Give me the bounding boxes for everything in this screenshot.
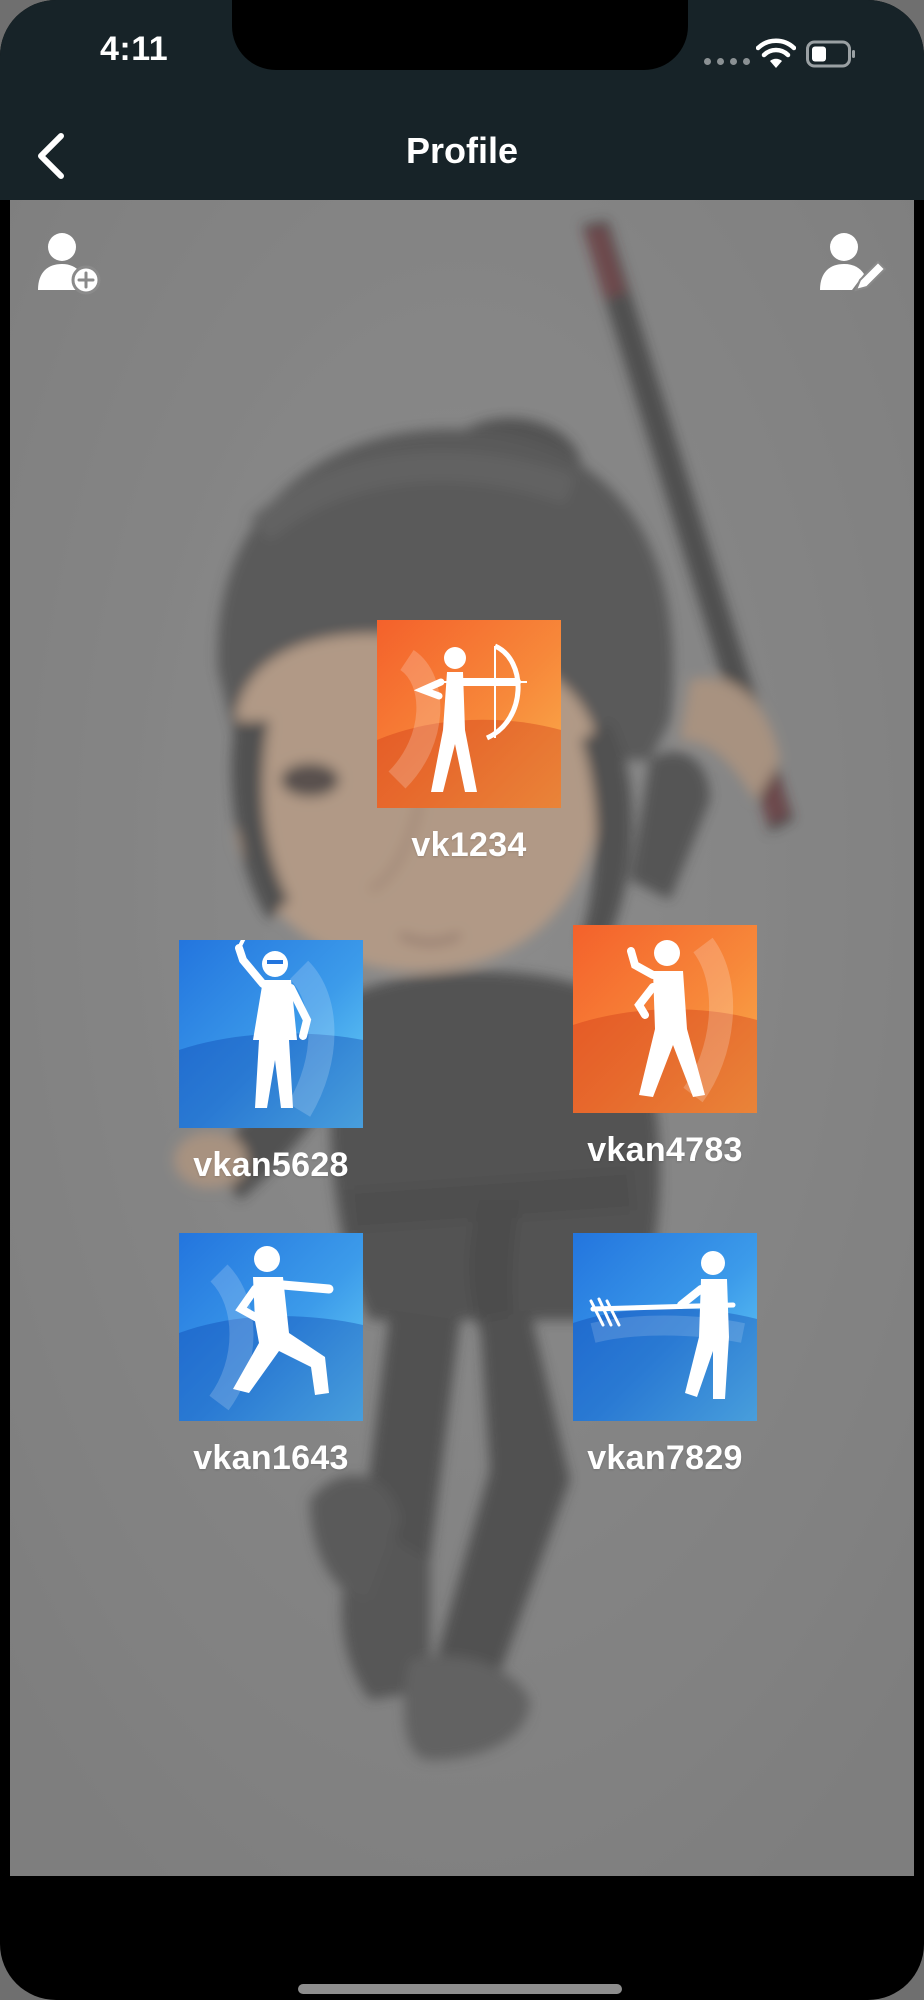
page-title: Profile xyxy=(405,130,519,171)
profile-avatar xyxy=(573,1233,757,1421)
ninja-background-image xyxy=(10,200,914,1876)
profile-content: vk1234 vkan5628 vkan4783 vkan1643 vkan78… xyxy=(10,200,914,1876)
profile-username: vkan1643 xyxy=(193,1439,349,1477)
profile-avatar xyxy=(179,1233,363,1421)
profile-username: vkan4783 xyxy=(587,1131,743,1169)
navigation-bar: Profile xyxy=(0,110,924,200)
profile-item-vkan1643[interactable]: vkan1643 xyxy=(161,1233,381,1478)
profile-item-vkan5628[interactable]: vkan5628 xyxy=(161,940,381,1185)
profile-item-vkan4783[interactable]: vkan4783 xyxy=(555,925,775,1170)
archer-icon xyxy=(413,643,527,792)
profile-avatar xyxy=(179,940,363,1128)
edit-user-icon xyxy=(820,233,887,292)
edit-user-button[interactable] xyxy=(816,230,888,296)
add-user-icon xyxy=(38,233,101,295)
home-indicator[interactable] xyxy=(298,1984,622,1994)
profile-item-vkan7829[interactable]: vkan7829 xyxy=(555,1233,775,1478)
profile-avatar xyxy=(377,620,561,808)
karate-punch-icon xyxy=(233,1246,334,1395)
cellular-signal-icon xyxy=(704,58,750,65)
status-time: 4:11 xyxy=(100,30,169,68)
battery-icon xyxy=(806,40,855,68)
profile-username: vk1234 xyxy=(411,826,527,864)
martial-stance-icon xyxy=(627,940,705,1097)
profile-username: vkan5628 xyxy=(193,1146,349,1184)
spear-fighter-icon xyxy=(589,1251,736,1399)
phone-screen: 4:11 Profile vk1234 vkan5628 vkan4783 vk… xyxy=(0,0,924,2000)
notch xyxy=(232,0,688,70)
wifi-icon xyxy=(756,38,796,68)
status-bar: 4:11 xyxy=(0,0,924,110)
add-user-button[interactable] xyxy=(36,230,102,296)
profile-item-vk1234[interactable]: vk1234 xyxy=(359,620,579,865)
profile-avatar xyxy=(573,925,757,1113)
profile-username: vkan7829 xyxy=(587,1439,743,1477)
ninja-sword-icon xyxy=(235,940,312,1108)
